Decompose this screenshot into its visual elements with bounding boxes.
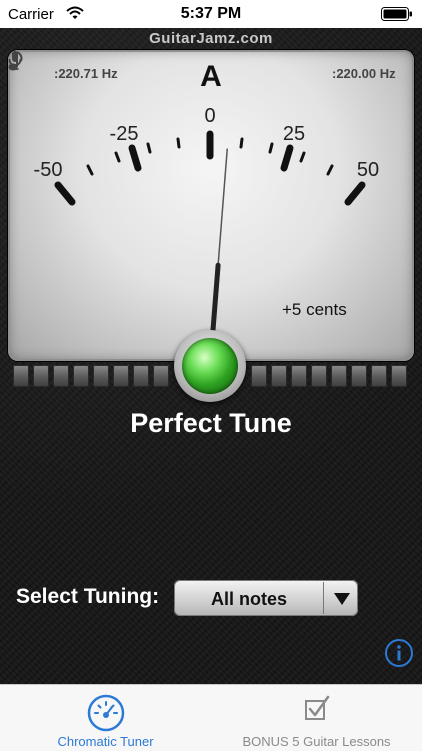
led-segment [113, 365, 129, 387]
led-segment [53, 365, 69, 387]
led-segment [391, 365, 407, 387]
scale-label-minus-25: -25 [110, 123, 139, 145]
led-segment [153, 365, 169, 387]
led-segment [133, 365, 149, 387]
scale-label-minus-50: -50 [34, 159, 63, 181]
meter-dial: -50 -25 0 25 50 [34, 105, 379, 333]
tab-label-guitar-lessons: BONUS 5 Guitar Lessons [242, 734, 391, 749]
led-segment [73, 365, 89, 387]
tab-label-chromatic-tuner: Chromatic Tuner [57, 734, 154, 749]
tab-bar: Chromatic Tuner BONUS 5 Guitar Lessons [0, 684, 422, 751]
chevron-down-icon [334, 593, 350, 605]
led-segment [13, 365, 29, 387]
in-tune-lamp [174, 330, 246, 402]
info-icon[interactable] [384, 638, 414, 668]
led-strip-flat [13, 365, 173, 387]
checkbox-icon [304, 695, 329, 720]
tuning-dropdown[interactable]: All notes [174, 580, 358, 616]
led-strip-sharp [251, 365, 411, 387]
led-segment [331, 365, 347, 387]
led-segment [93, 365, 109, 387]
scale-label-50: 50 [357, 159, 379, 181]
tuner-meter: -50 -25 0 25 50 :220.71 Hz :220.00 Hz A … [8, 50, 414, 361]
tab-chromatic-tuner[interactable]: Chromatic Tuner [0, 685, 211, 751]
led-segment [251, 365, 267, 387]
led-segment [271, 365, 287, 387]
tune-status: Perfect Tune [130, 408, 292, 438]
led-segment [311, 365, 327, 387]
major-tick-minus-50 [54, 181, 76, 206]
led-segment [371, 365, 387, 387]
speedometer-icon [87, 694, 124, 732]
led-segment [351, 365, 367, 387]
major-tick-50 [344, 181, 366, 206]
cents-offset: +5 cents [282, 300, 347, 319]
led-segment [291, 365, 307, 387]
major-tick-minus-25 [128, 144, 142, 172]
status-time: 5:37 PM [180, 5, 242, 22]
tuning-label: Select Tuning: [16, 585, 160, 608]
tab-guitar-lessons[interactable]: BONUS 5 Guitar Lessons [211, 685, 422, 751]
dropdown-divider [323, 582, 324, 614]
status-bar: Carrier 5:37 PM [0, 0, 422, 28]
detected-note: A [200, 60, 222, 93]
battery-icon [381, 7, 412, 21]
scale-label-zero: 0 [204, 105, 215, 127]
tuning-value: All notes [210, 589, 287, 609]
in-tune-lamp-lens [182, 338, 238, 394]
scale-label-25: 25 [283, 123, 305, 145]
site-title: GuitarJamz.com [149, 30, 273, 47]
tuner-needle [210, 148, 229, 333]
led-segment [33, 365, 49, 387]
major-tick-25 [280, 144, 294, 172]
